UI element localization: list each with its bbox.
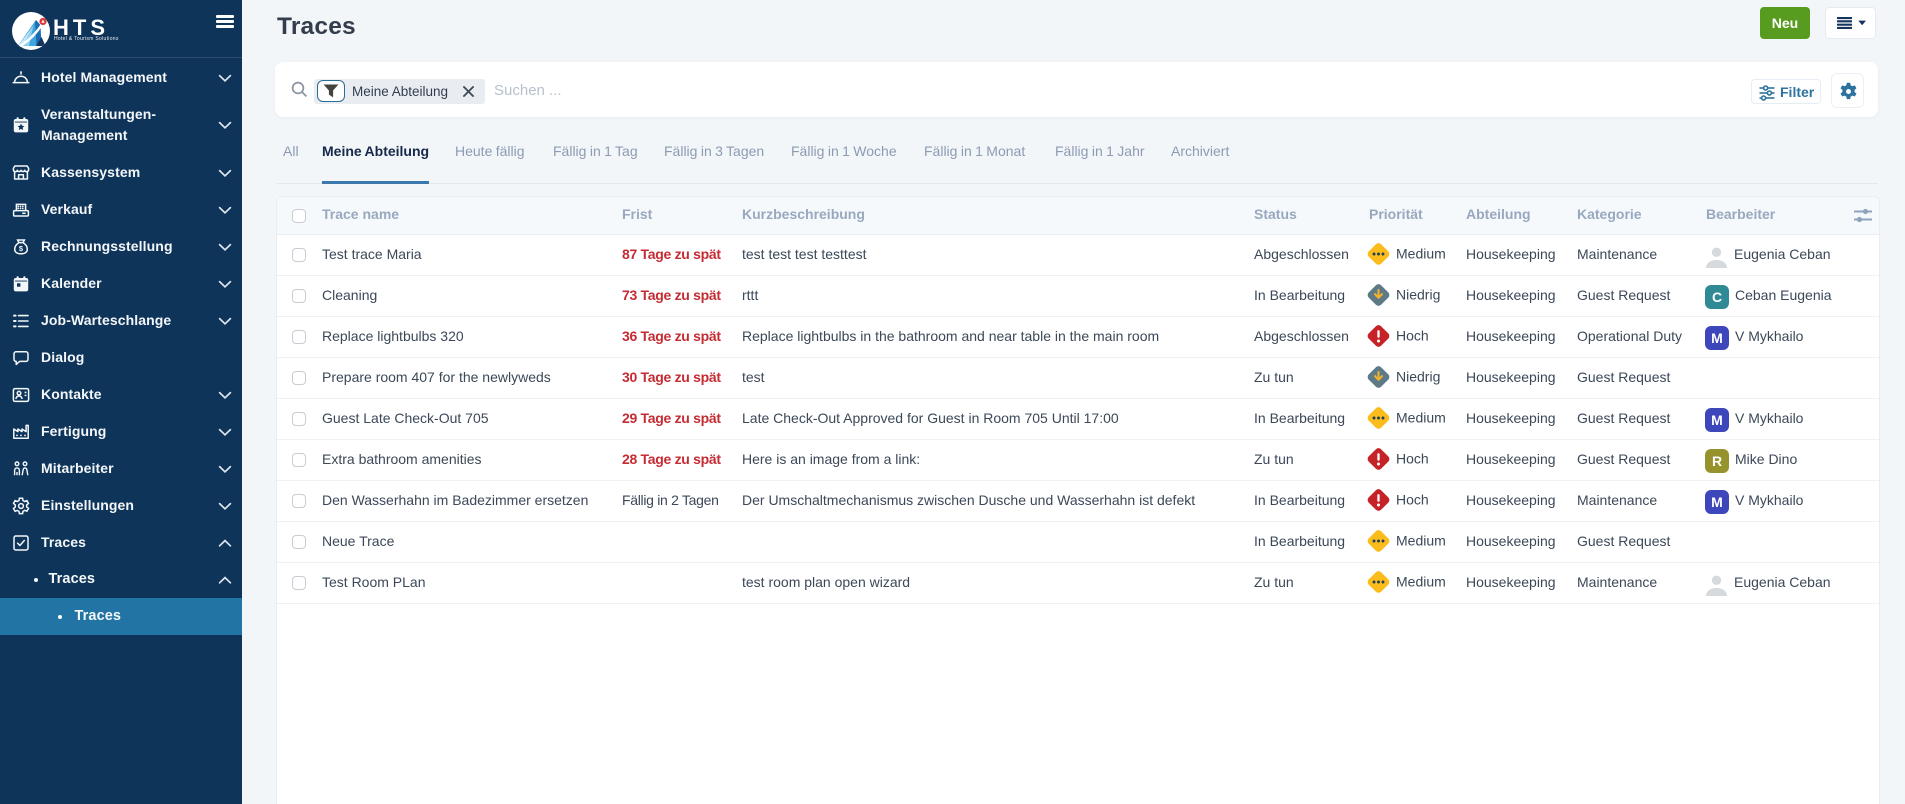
svg-text:$: $ (19, 244, 24, 253)
